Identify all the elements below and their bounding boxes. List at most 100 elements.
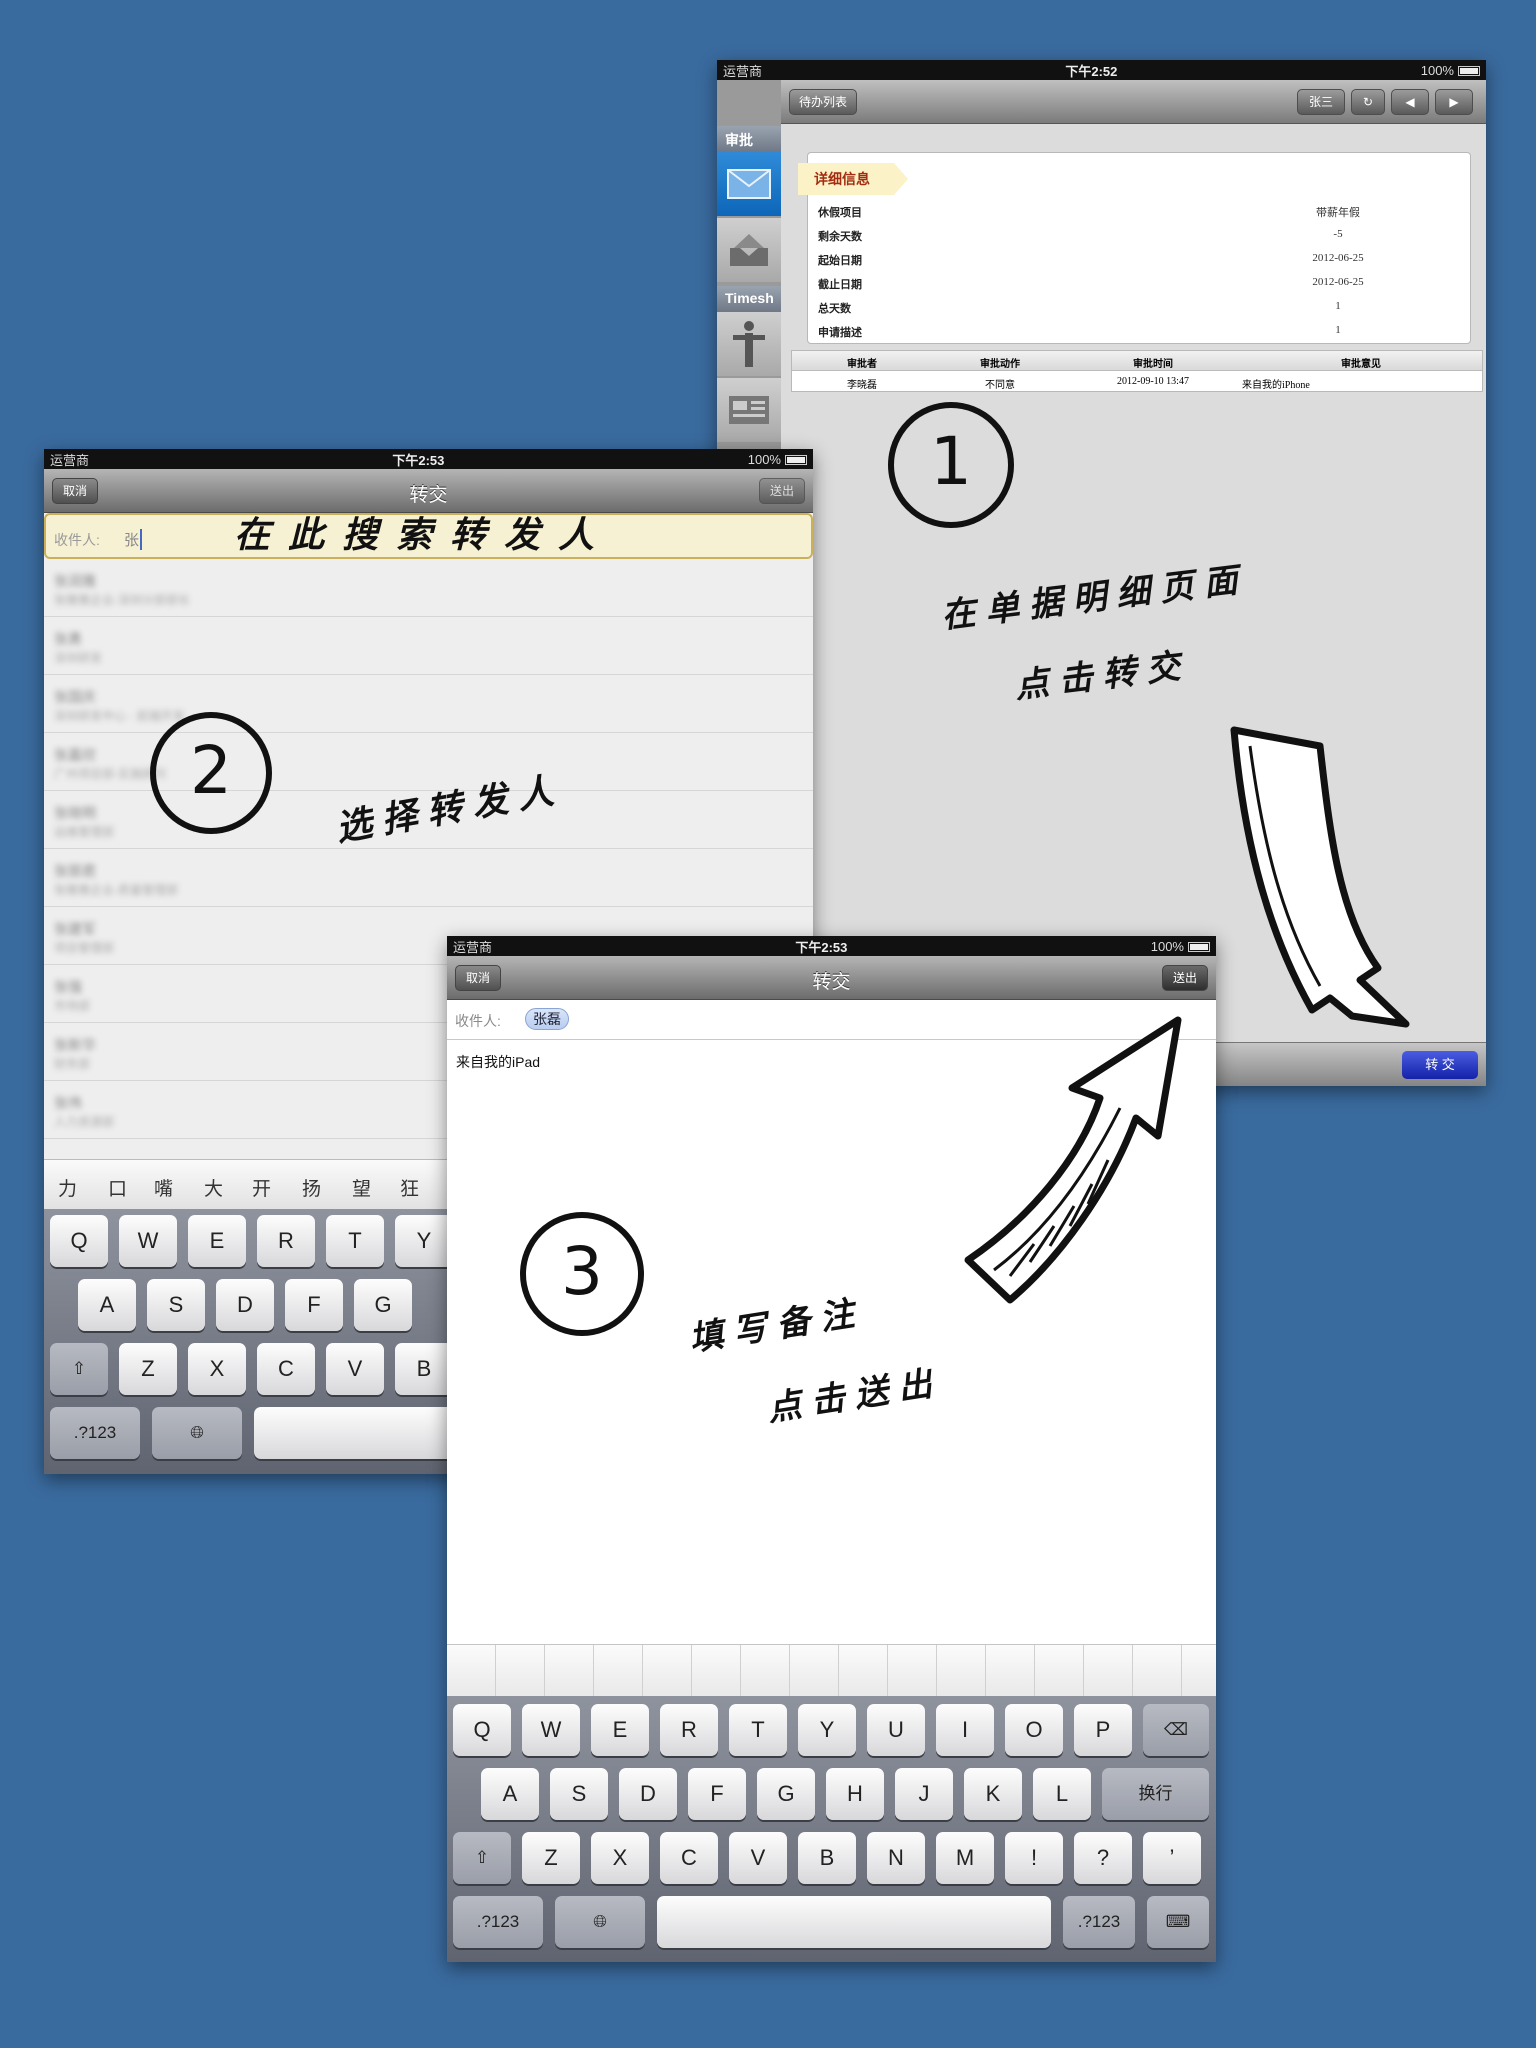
- key-f[interactable]: F: [688, 1768, 746, 1820]
- step-3-circle: 3: [520, 1212, 644, 1336]
- hide-keyboard-key[interactable]: ⌨: [1147, 1896, 1209, 1948]
- key-a[interactable]: A: [78, 1279, 136, 1331]
- key-q[interactable]: Q: [453, 1704, 511, 1756]
- key-g[interactable]: G: [354, 1279, 412, 1331]
- key-y[interactable]: Y: [798, 1704, 856, 1756]
- key-p[interactable]: P: [1074, 1704, 1132, 1756]
- key-h[interactable]: H: [826, 1768, 884, 1820]
- carrier-label: 运营商: [453, 939, 493, 955]
- list-item[interactable]: 张国庆 深圳研发中心 · 前端开发: [44, 675, 813, 733]
- key-r[interactable]: R: [257, 1215, 315, 1267]
- recipient-label: 收件人:: [54, 532, 100, 548]
- key-r[interactable]: R: [660, 1704, 718, 1756]
- number-key[interactable]: .?123: [453, 1896, 543, 1948]
- key-exclaim[interactable]: !: [1005, 1832, 1063, 1884]
- carrier-label: 运营商: [723, 63, 763, 79]
- page-title: 转交: [409, 485, 448, 506]
- sidebar-item-inbox[interactable]: [717, 152, 781, 216]
- key-z[interactable]: Z: [522, 1832, 580, 1884]
- return-key[interactable]: 换行: [1102, 1768, 1209, 1820]
- detail-row: 总天数 1: [818, 300, 1341, 315]
- key-o[interactable]: O: [1005, 1704, 1063, 1756]
- list-item[interactable]: 张丽君 张雅雅企业-质量管理部: [44, 849, 813, 907]
- key-a[interactable]: A: [481, 1768, 539, 1820]
- refresh-button[interactable]: ↻: [1351, 89, 1385, 115]
- key-question[interactable]: ?: [1074, 1832, 1132, 1884]
- recipient-chip[interactable]: 张磊: [525, 1008, 569, 1030]
- candidate[interactable]: 大: [204, 1174, 223, 1201]
- list-item[interactable]: 张润雅 张雅雅企业-深圳分部部长: [44, 559, 813, 617]
- shift-key[interactable]: ⇧: [50, 1343, 108, 1395]
- candidate[interactable]: 望: [352, 1174, 371, 1201]
- key-x[interactable]: X: [188, 1343, 246, 1395]
- shift-key[interactable]: ⇧: [453, 1832, 511, 1884]
- candidate[interactable]: 扬: [302, 1174, 321, 1201]
- key-t[interactable]: T: [729, 1704, 787, 1756]
- key-i[interactable]: I: [936, 1704, 994, 1756]
- send-button[interactable]: 送出: [758, 478, 805, 504]
- key-g[interactable]: G: [757, 1768, 815, 1820]
- key-d[interactable]: D: [619, 1768, 677, 1820]
- user-button[interactable]: 张三: [1297, 89, 1345, 115]
- transfer-button[interactable]: 转 交: [1402, 1051, 1478, 1079]
- number-key-right[interactable]: .?123: [1063, 1896, 1135, 1948]
- down-arrow-icon: [1230, 726, 1410, 1028]
- key-w[interactable]: W: [522, 1704, 580, 1756]
- candidate[interactable]: 狂: [400, 1174, 419, 1201]
- key-v[interactable]: V: [729, 1832, 787, 1884]
- candidate[interactable]: 口: [108, 1174, 127, 1201]
- sidebar-item-outbox[interactable]: [717, 218, 781, 282]
- key-k[interactable]: K: [964, 1768, 1022, 1820]
- detail-row: 休假项目 带薪年假: [818, 207, 1360, 219]
- key-c[interactable]: C: [660, 1832, 718, 1884]
- key-j[interactable]: J: [895, 1768, 953, 1820]
- key-e[interactable]: E: [188, 1215, 246, 1267]
- key-t[interactable]: T: [326, 1215, 384, 1267]
- table-row: 李晓磊 不同意 2012-09-10 13:47 来自我的iPhone: [847, 376, 1310, 391]
- key-e[interactable]: E: [591, 1704, 649, 1756]
- key-f[interactable]: F: [285, 1279, 343, 1331]
- table-header: 审批者 审批动作 审批时间 审批意见: [792, 351, 1482, 371]
- key-b[interactable]: B: [798, 1832, 856, 1884]
- key-l[interactable]: L: [1033, 1768, 1091, 1820]
- candidate[interactable]: 开: [252, 1174, 271, 1201]
- key-m[interactable]: M: [936, 1832, 994, 1884]
- list-item[interactable]: 张勇 深圳研发: [44, 617, 813, 675]
- candidate[interactable]: 嘴: [154, 1174, 173, 1201]
- key-q[interactable]: Q: [50, 1215, 108, 1267]
- key-y[interactable]: Y: [395, 1215, 453, 1267]
- next-button[interactable]: ▶: [1435, 89, 1473, 115]
- key-n[interactable]: N: [867, 1832, 925, 1884]
- key-s[interactable]: S: [550, 1768, 608, 1820]
- key-z[interactable]: Z: [119, 1343, 177, 1395]
- step-2-circle: 2: [150, 712, 272, 834]
- sidebar-item-news[interactable]: [717, 378, 781, 442]
- sidebar-section-timesheet: Timesh: [717, 286, 781, 312]
- key-c[interactable]: C: [257, 1343, 315, 1395]
- space-key[interactable]: [657, 1896, 1051, 1948]
- sidebar-item-person[interactable]: [717, 312, 781, 376]
- send-button[interactable]: 送出: [1161, 965, 1208, 991]
- status-bar: 运营商 下午2:53 100%: [44, 449, 813, 469]
- refresh-icon: ↻: [1362, 95, 1374, 109]
- time-label: 下午2:53: [795, 939, 848, 955]
- globe-key[interactable]: 🌐︎: [555, 1896, 645, 1948]
- backspace-key[interactable]: ⌫: [1143, 1704, 1209, 1756]
- message-body[interactable]: 来自我的iPad: [456, 1052, 540, 1072]
- key-apostrophe[interactable]: ’: [1143, 1832, 1201, 1884]
- recipient-label: 收件人:: [455, 1013, 501, 1029]
- candidate[interactable]: 力: [58, 1174, 77, 1201]
- key-b[interactable]: B: [395, 1343, 453, 1395]
- key-u[interactable]: U: [867, 1704, 925, 1756]
- key-s[interactable]: S: [147, 1279, 205, 1331]
- page-title: 转交: [812, 972, 851, 993]
- key-w[interactable]: W: [119, 1215, 177, 1267]
- number-key[interactable]: .?123: [50, 1407, 140, 1459]
- prev-button[interactable]: ◀: [1391, 89, 1429, 115]
- key-x[interactable]: X: [591, 1832, 649, 1884]
- key-v[interactable]: V: [326, 1343, 384, 1395]
- globe-key[interactable]: 🌐︎: [152, 1407, 242, 1459]
- key-d[interactable]: D: [216, 1279, 274, 1331]
- back-button[interactable]: 待办列表: [789, 89, 857, 115]
- globe-icon: 🌐︎: [190, 1423, 204, 1442]
